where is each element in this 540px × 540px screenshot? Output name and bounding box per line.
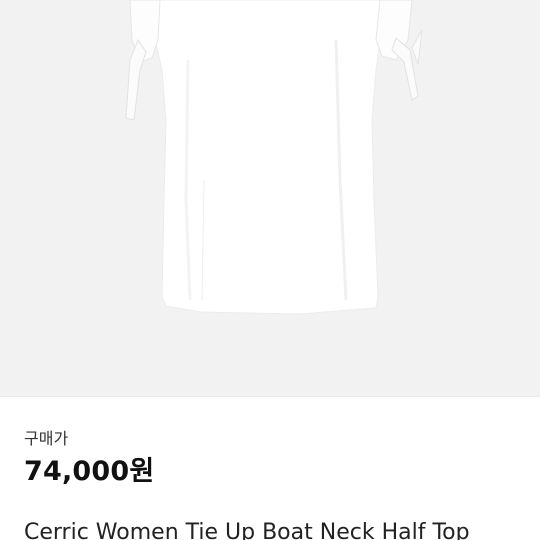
shirt-body <box>147 0 393 315</box>
product-info-panel: 구매가 74,000원 Cerric Women Tie Up Boat Nec… <box>0 396 540 540</box>
shirt-icon <box>125 0 423 315</box>
shirt-left-tie <box>125 38 147 121</box>
product-detail-page: 구매가 74,000원 Cerric Women Tie Up Boat Nec… <box>0 0 540 540</box>
product-title: Cerric Women Tie Up Boat Neck Half Top <box>24 520 470 540</box>
price-value: 74,000원 <box>24 456 155 487</box>
product-image[interactable] <box>0 0 540 396</box>
price-label: 구매가 <box>24 429 69 448</box>
